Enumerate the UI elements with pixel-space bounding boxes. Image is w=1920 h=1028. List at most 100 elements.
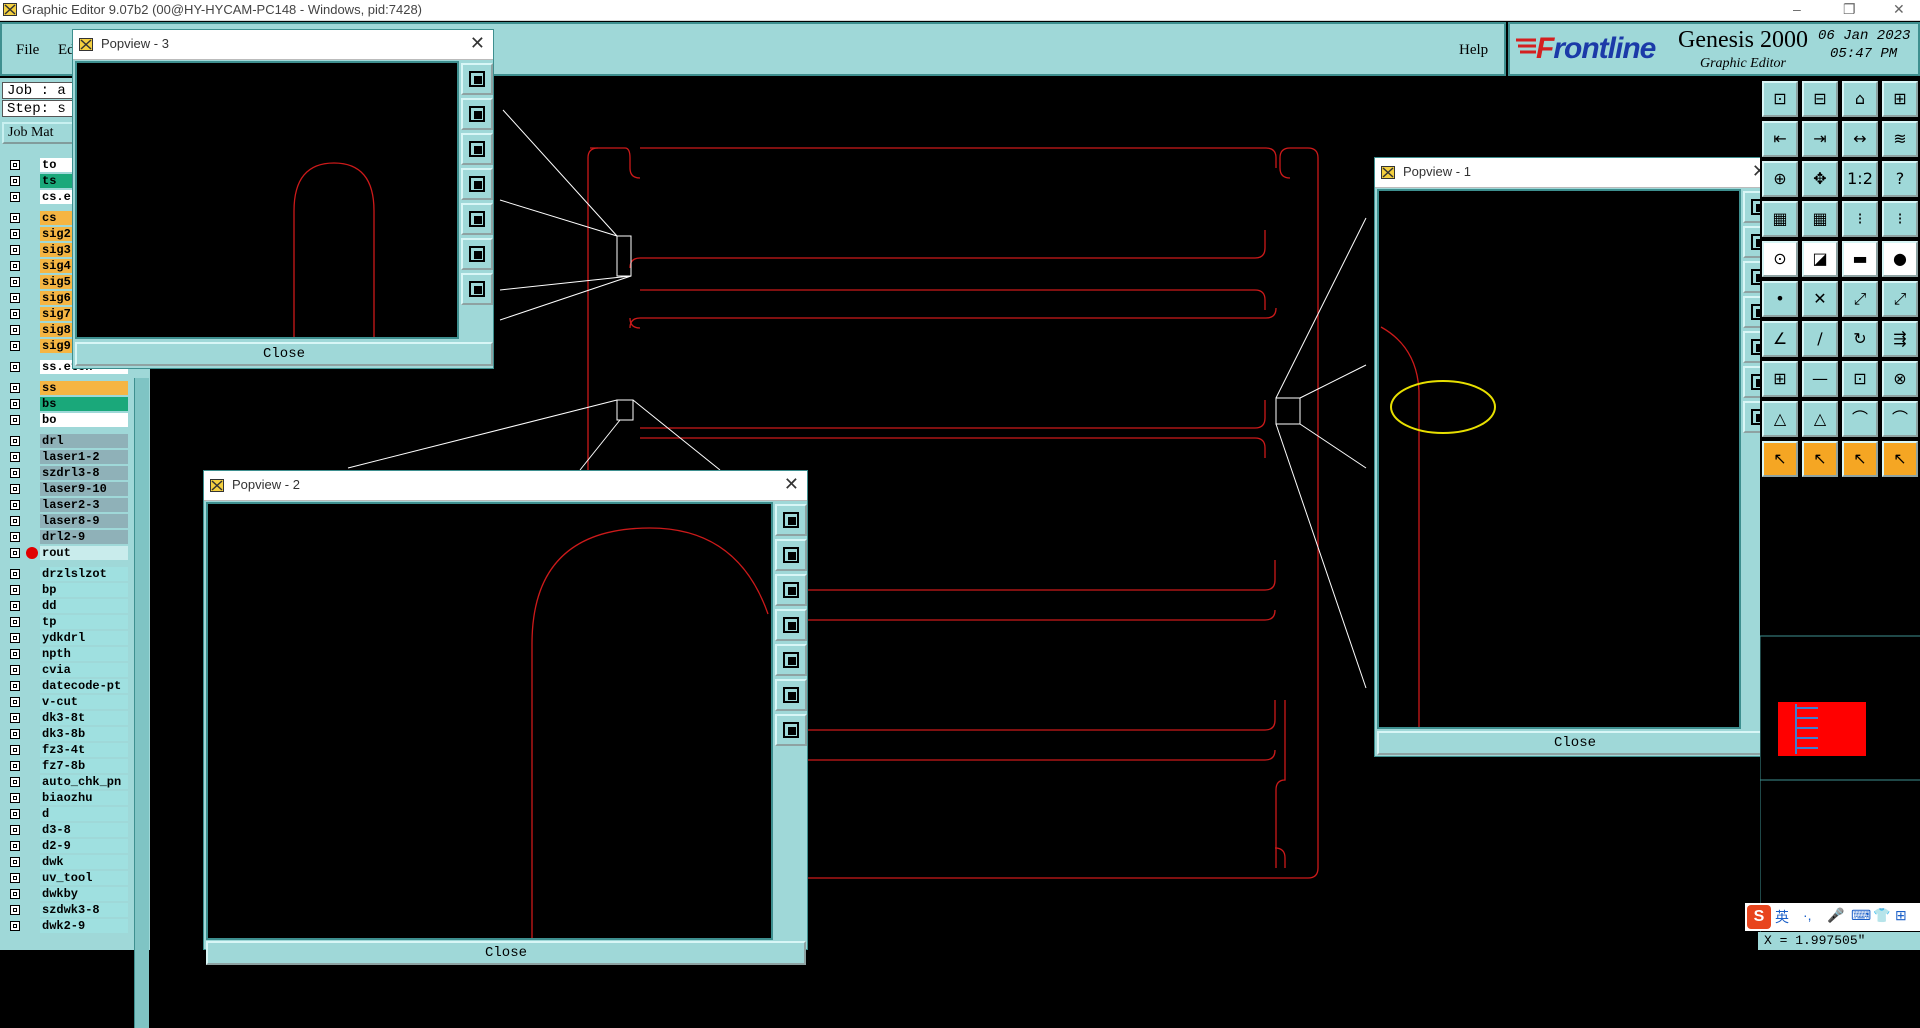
tool-button-r1c1[interactable]: ⇥ (1802, 121, 1838, 157)
tool-button-r3c1[interactable]: ▦ (1802, 201, 1838, 237)
fit-all-button[interactable] (461, 238, 493, 270)
coordinate-readout: X = 1.997505" (1758, 932, 1920, 950)
tool-button-r7c2[interactable]: ⊡ (1842, 361, 1878, 397)
pan-right-button[interactable] (461, 203, 493, 235)
popview-2-close-button[interactable]: Close (206, 941, 806, 965)
center-button[interactable] (775, 714, 807, 746)
zoom-out-button[interactable] (461, 133, 493, 165)
tool-icon: ↖ (1893, 449, 1907, 468)
ime-skin-icon[interactable]: 👕 (1873, 907, 1890, 924)
popview-icon (210, 479, 224, 492)
pan-right-icon-mark (474, 216, 482, 224)
tool-icon: ⁝ (1857, 209, 1863, 228)
tool-button-r4c2[interactable]: ▬ (1842, 241, 1878, 277)
tool-button-r7c1[interactable]: — (1802, 361, 1838, 397)
popview-1-title-bar[interactable]: Popview - 1 ✕ (1375, 158, 1775, 188)
fit-all-icon-mark (474, 251, 482, 259)
popview-3-title-bar[interactable]: Popview - 3 ✕ (73, 30, 493, 60)
tool-button-r1c3[interactable]: ≋ (1882, 121, 1918, 157)
center-button[interactable] (461, 273, 493, 305)
tool-button-r0c1[interactable]: ⊟ (1802, 81, 1838, 117)
popview-2-viewport[interactable] (206, 502, 773, 940)
pan-right-button[interactable] (775, 644, 807, 676)
ime-voice-icon[interactable]: 🎤 (1827, 907, 1844, 924)
mini-map-drawing (1760, 635, 1920, 950)
tool-icon: ↻ (1853, 329, 1867, 348)
tool-icon: ↖ (1813, 449, 1827, 468)
tool-icon: 1:2 (1847, 169, 1873, 188)
tool-icon: ∕ (1817, 329, 1823, 348)
tool-button-r8c0[interactable]: △ (1762, 401, 1798, 437)
tool-button-r9c3[interactable]: ↖ (1882, 441, 1918, 477)
tool-button-r5c1[interactable]: ✕ (1802, 281, 1838, 317)
center-icon-mark (474, 286, 482, 294)
tool-button-r7c3[interactable]: ⊗ (1882, 361, 1918, 397)
tool-button-r1c0[interactable]: ⇤ (1762, 121, 1798, 157)
pan-left-icon-mark (474, 181, 482, 189)
popview-3-close-button[interactable]: Close (75, 342, 493, 366)
tool-button-r9c0[interactable]: ↖ (1762, 441, 1798, 477)
tool-button-r6c2[interactable]: ↻ (1842, 321, 1878, 357)
tool-button-r3c3[interactable]: ⁝ (1882, 201, 1918, 237)
tool-button-r1c2[interactable]: ↔ (1842, 121, 1878, 157)
tool-icon: ⇤ (1773, 129, 1787, 148)
zoom-window-button[interactable] (461, 63, 493, 95)
popview-icon (1381, 166, 1395, 179)
tool-button-r8c1[interactable]: △ (1802, 401, 1838, 437)
tool-button-r8c2[interactable]: ⌒ (1842, 401, 1878, 437)
tool-button-r3c0[interactable]: ▦ (1762, 201, 1798, 237)
tool-icon: ✥ (1813, 169, 1827, 188)
pan-left-button[interactable] (461, 168, 493, 200)
mini-map[interactable] (1760, 490, 1920, 950)
zoom-window-button[interactable] (775, 504, 807, 536)
popview-2-close-icon[interactable]: ✕ (784, 474, 799, 495)
ime-punctuation-icon[interactable]: ·, (1803, 907, 1812, 923)
zoom-in-button[interactable] (461, 98, 493, 130)
tool-button-r4c1[interactable]: ◪ (1802, 241, 1838, 277)
tool-button-r6c0[interactable]: ∠ (1762, 321, 1798, 357)
popview-3-drawing (293, 162, 375, 337)
tool-button-r8c3[interactable]: ⌒ (1882, 401, 1918, 437)
popview-2-title-bar[interactable]: Popview - 2 ✕ (204, 471, 807, 501)
zoom-in-button[interactable] (775, 539, 807, 571)
zoom-out-icon-mark (788, 587, 796, 595)
pan-left-button[interactable] (775, 609, 807, 641)
tool-button-r2c3[interactable]: ? (1882, 161, 1918, 197)
tool-button-r4c0[interactable]: ⊙ (1762, 241, 1798, 277)
fit-all-button[interactable] (775, 679, 807, 711)
tool-button-r3c2[interactable]: ⁝ (1842, 201, 1878, 237)
tool-button-r6c1[interactable]: ∕ (1802, 321, 1838, 357)
popview-1-close-button[interactable]: Close (1377, 731, 1773, 755)
tool-button-r2c1[interactable]: ✥ (1802, 161, 1838, 197)
tool-icon: ? (1895, 169, 1905, 188)
tool-button-r0c0[interactable]: ⊡ (1762, 81, 1798, 117)
tool-button-r5c2[interactable]: ⤢ (1842, 281, 1878, 317)
tool-button-r9c1[interactable]: ↖ (1802, 441, 1838, 477)
tool-button-r6c3[interactable]: ⇶ (1882, 321, 1918, 357)
popview-3-viewport[interactable] (75, 61, 459, 339)
sogou-logo-icon[interactable]: S (1747, 905, 1771, 929)
tool-button-r4c3[interactable]: ● (1882, 241, 1918, 277)
tool-button-r7c0[interactable]: ⊞ (1762, 361, 1798, 397)
tool-button-r0c2[interactable]: ⌂ (1842, 81, 1878, 117)
tool-button-r5c3[interactable]: ⤢ (1882, 281, 1918, 317)
ime-tools-icon[interactable]: ⊞ (1895, 907, 1907, 924)
popview-2-window: Popview - 2 ✕ Close (203, 470, 808, 965)
tool-button-r0c3[interactable]: ⊞ (1882, 81, 1918, 117)
popview-3-close-icon[interactable]: ✕ (470, 33, 485, 54)
popview-3-window: Popview - 3 ✕ Close (72, 29, 494, 369)
popview-1-viewport[interactable] (1377, 189, 1741, 729)
ime-keyboard-icon[interactable]: ⌨ (1851, 907, 1871, 924)
tool-button-r9c2[interactable]: ↖ (1842, 441, 1878, 477)
zoom-out-button[interactable] (775, 574, 807, 606)
popview-1-drawing (1380, 326, 1496, 727)
tool-button-r2c2[interactable]: 1:2 (1842, 161, 1878, 197)
tool-icon: ⊟ (1813, 89, 1827, 108)
tool-button-r5c0[interactable]: • (1762, 281, 1798, 317)
tool-icon: ⌂ (1854, 89, 1866, 108)
tool-button-r2c0[interactable]: ⊕ (1762, 161, 1798, 197)
highlight-marker (1390, 380, 1496, 434)
ime-lang-toggle[interactable]: 英 (1775, 907, 1789, 927)
tool-icon: ⊙ (1773, 249, 1787, 268)
popview-1-window: Popview - 1 ✕ Close (1374, 157, 1776, 757)
